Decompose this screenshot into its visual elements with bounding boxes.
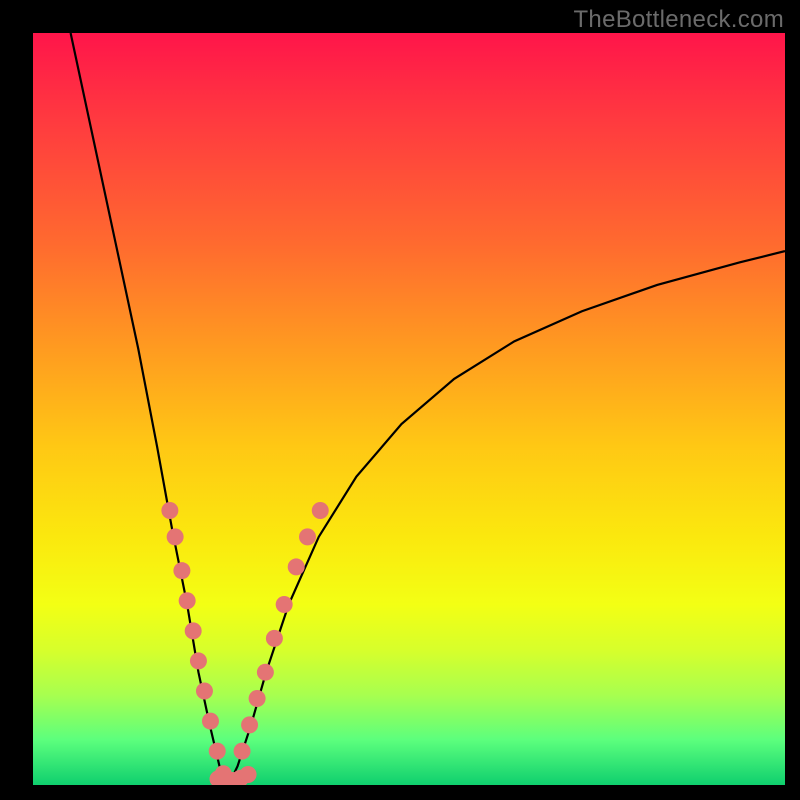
outer-frame: TheBottleneck.com bbox=[0, 0, 800, 800]
data-marker bbox=[266, 630, 283, 647]
data-marker bbox=[173, 562, 190, 579]
data-marker bbox=[185, 622, 202, 639]
data-marker bbox=[299, 528, 316, 545]
data-marker bbox=[209, 743, 226, 760]
data-marker bbox=[179, 592, 196, 609]
data-marker bbox=[190, 652, 207, 669]
data-marker bbox=[240, 766, 257, 783]
data-marker bbox=[249, 690, 266, 707]
watermark-text: TheBottleneck.com bbox=[573, 6, 784, 34]
data-marker bbox=[167, 528, 184, 545]
data-marker bbox=[161, 502, 178, 519]
data-marker bbox=[257, 664, 274, 681]
curve-svg bbox=[33, 33, 785, 785]
data-marker bbox=[202, 713, 219, 730]
curve-left bbox=[71, 33, 229, 785]
data-marker bbox=[312, 502, 329, 519]
data-marker bbox=[276, 596, 293, 613]
curve-right bbox=[229, 251, 785, 785]
data-marker bbox=[288, 558, 305, 575]
data-marker bbox=[196, 683, 213, 700]
plot-area bbox=[33, 33, 785, 785]
data-marker bbox=[241, 716, 258, 733]
data-marker bbox=[234, 743, 251, 760]
